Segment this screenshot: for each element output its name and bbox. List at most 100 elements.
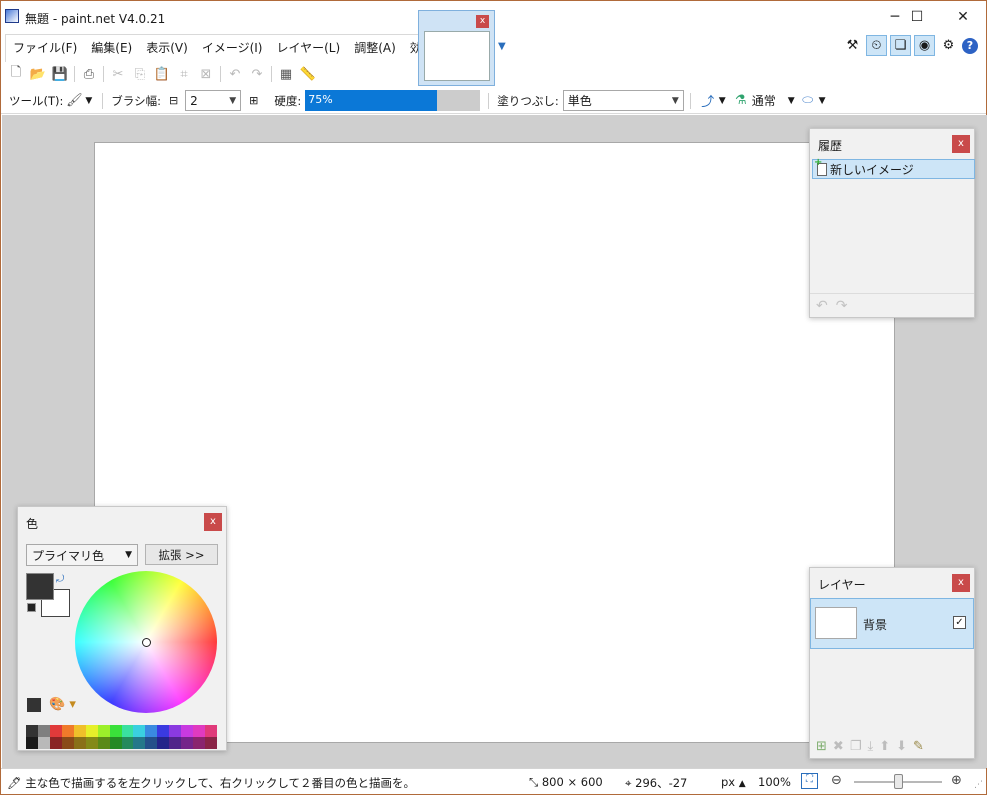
- copy-icon[interactable]: ⎘: [129, 63, 151, 85]
- add-to-palette-icon[interactable]: [27, 698, 41, 712]
- layer-visibility-checkbox[interactable]: ✓: [953, 616, 966, 629]
- move-layer-down-icon[interactable]: ⬇: [896, 739, 907, 754]
- undo-icon[interactable]: ↶: [224, 63, 246, 85]
- history-window-icon[interactable]: ⏲: [866, 35, 887, 56]
- palette-swatch[interactable]: [85, 737, 98, 749]
- layer-row[interactable]: 背景 ✓: [810, 598, 974, 649]
- color-target-select[interactable]: プライマリ色 ▼: [26, 544, 138, 566]
- history-item[interactable]: 新しいイメージ: [812, 157, 975, 179]
- print-icon[interactable]: ⎙: [78, 63, 100, 85]
- new-file-icon[interactable]: 🗋: [5, 63, 27, 85]
- blend-mode-value[interactable]: 通常: [752, 92, 776, 109]
- tab-list-dropdown-icon[interactable]: ▼: [498, 41, 506, 52]
- menu-edit[interactable]: 編集(E): [84, 35, 139, 62]
- save-icon[interactable]: 💾: [49, 63, 71, 85]
- palette-swatch[interactable]: [109, 725, 122, 737]
- color-wheel-marker[interactable]: [142, 638, 151, 647]
- palette-swatch[interactable]: [169, 737, 182, 749]
- antialiasing-dropdown-icon[interactable]: ▼: [719, 96, 726, 106]
- palette-swatch[interactable]: [121, 737, 134, 749]
- swap-colors-icon[interactable]: ⤾: [56, 574, 64, 585]
- palette-swatch[interactable]: [97, 737, 110, 749]
- primary-color-swatch[interactable]: [26, 573, 54, 600]
- palette-swatch[interactable]: [205, 737, 217, 749]
- palette-swatch[interactable]: [205, 725, 217, 737]
- zoom-out-icon[interactable]: ⊖: [831, 773, 842, 788]
- help-icon[interactable]: ?: [962, 37, 978, 54]
- palette-swatch[interactable]: [157, 725, 170, 737]
- history-undo-icon[interactable]: ↶: [816, 298, 828, 314]
- menu-layers[interactable]: レイヤー(L): [269, 35, 347, 62]
- palette-swatch[interactable]: [109, 737, 122, 749]
- paintbrush-icon[interactable]: 🖌: [63, 90, 85, 112]
- settings-gear-icon[interactable]: ⚙: [938, 35, 959, 56]
- decrease-width-icon[interactable]: ⊟: [169, 94, 178, 107]
- blend-mode-flask-icon[interactable]: ⚗: [730, 90, 752, 112]
- palette-swatch[interactable]: [169, 725, 182, 737]
- layers-window-icon[interactable]: ❏: [890, 35, 911, 56]
- layers-close-button[interactable]: x: [952, 574, 970, 592]
- zoom-slider-thumb[interactable]: [894, 774, 903, 789]
- palette-swatch[interactable]: [61, 737, 74, 749]
- increase-width-icon[interactable]: ⊞: [249, 94, 258, 107]
- zoom-value[interactable]: 100%: [758, 775, 791, 789]
- history-redo-icon[interactable]: ↷: [836, 298, 848, 314]
- palette-swatch[interactable]: [145, 725, 158, 737]
- palette-swatch[interactable]: [61, 725, 74, 737]
- image-tab-thumbnail[interactable]: x: [418, 10, 495, 86]
- layer-properties-icon[interactable]: ✎: [913, 739, 924, 754]
- duplicate-layer-icon[interactable]: ❐: [850, 739, 862, 754]
- tools-window-icon[interactable]: ⚒: [842, 35, 863, 56]
- palette-swatch[interactable]: [145, 737, 158, 749]
- reset-colors-icon[interactable]: [27, 603, 36, 612]
- cut-icon[interactable]: ✂: [107, 63, 129, 85]
- resize-grip[interactable]: ⋰: [974, 780, 983, 790]
- zoom-to-window-icon[interactable]: ⛶: [801, 773, 818, 789]
- zoom-in-icon[interactable]: ⊕: [951, 773, 962, 788]
- antialiasing-icon[interactable]: ⤴: [697, 90, 719, 112]
- unit-selector[interactable]: px ▲: [721, 775, 746, 789]
- close-button[interactable]: ✕: [943, 5, 983, 29]
- palette-swatch[interactable]: [181, 725, 194, 737]
- open-folder-icon[interactable]: 📂: [27, 63, 49, 85]
- palette-swatch[interactable]: [121, 725, 134, 737]
- hardness-slider[interactable]: 75%: [305, 90, 481, 111]
- menu-adjustments[interactable]: 調整(A): [347, 35, 403, 62]
- expand-colors-button[interactable]: 拡張 >>: [145, 544, 218, 565]
- selection-mode-icon[interactable]: ⬭: [797, 90, 819, 112]
- maximize-button[interactable]: ☐: [897, 5, 937, 29]
- menu-file[interactable]: ファイル(F): [6, 35, 84, 62]
- palette-swatch[interactable]: [49, 725, 62, 737]
- palette-swatch[interactable]: [193, 737, 206, 749]
- crop-icon[interactable]: ⌗: [173, 63, 195, 85]
- paste-icon[interactable]: 📋: [151, 63, 173, 85]
- palette-swatch[interactable]: [37, 737, 50, 749]
- palette-swatch[interactable]: [26, 725, 38, 737]
- palette-swatch[interactable]: [73, 737, 86, 749]
- tool-dropdown-icon[interactable]: ▼: [85, 96, 92, 106]
- fill-mode-combo[interactable]: 単色 ▼: [562, 90, 684, 111]
- tab-close-button[interactable]: x: [476, 15, 489, 28]
- palette-swatch[interactable]: [133, 725, 146, 737]
- menu-view[interactable]: 表示(V): [139, 35, 195, 62]
- palette-menu-icon[interactable]: 🎨 ▾: [49, 697, 76, 712]
- blend-mode-dropdown-icon[interactable]: ▼: [788, 96, 795, 106]
- palette-swatch[interactable]: [49, 737, 62, 749]
- history-close-button[interactable]: x: [952, 135, 970, 153]
- palette-swatch[interactable]: [133, 737, 146, 749]
- menu-image[interactable]: イメージ(I): [195, 35, 270, 62]
- brush-width-combo[interactable]: 2 ▼: [185, 90, 242, 111]
- merge-layer-down-icon[interactable]: ⤓: [867, 739, 873, 754]
- ruler-icon[interactable]: 📏: [297, 63, 319, 85]
- colors-close-button[interactable]: x: [204, 513, 222, 531]
- palette-swatch[interactable]: [97, 725, 110, 737]
- palette-swatch[interactable]: [157, 737, 170, 749]
- colors-window-icon[interactable]: ◉: [914, 35, 935, 56]
- grid-icon[interactable]: ▦: [275, 63, 297, 85]
- deselect-icon[interactable]: ⊠: [195, 63, 217, 85]
- palette-swatch[interactable]: [181, 737, 194, 749]
- palette-swatch[interactable]: [193, 725, 206, 737]
- selection-mode-dropdown-icon[interactable]: ▼: [819, 96, 826, 106]
- delete-layer-icon[interactable]: ✖: [833, 739, 844, 754]
- move-layer-up-icon[interactable]: ⬆: [879, 739, 890, 754]
